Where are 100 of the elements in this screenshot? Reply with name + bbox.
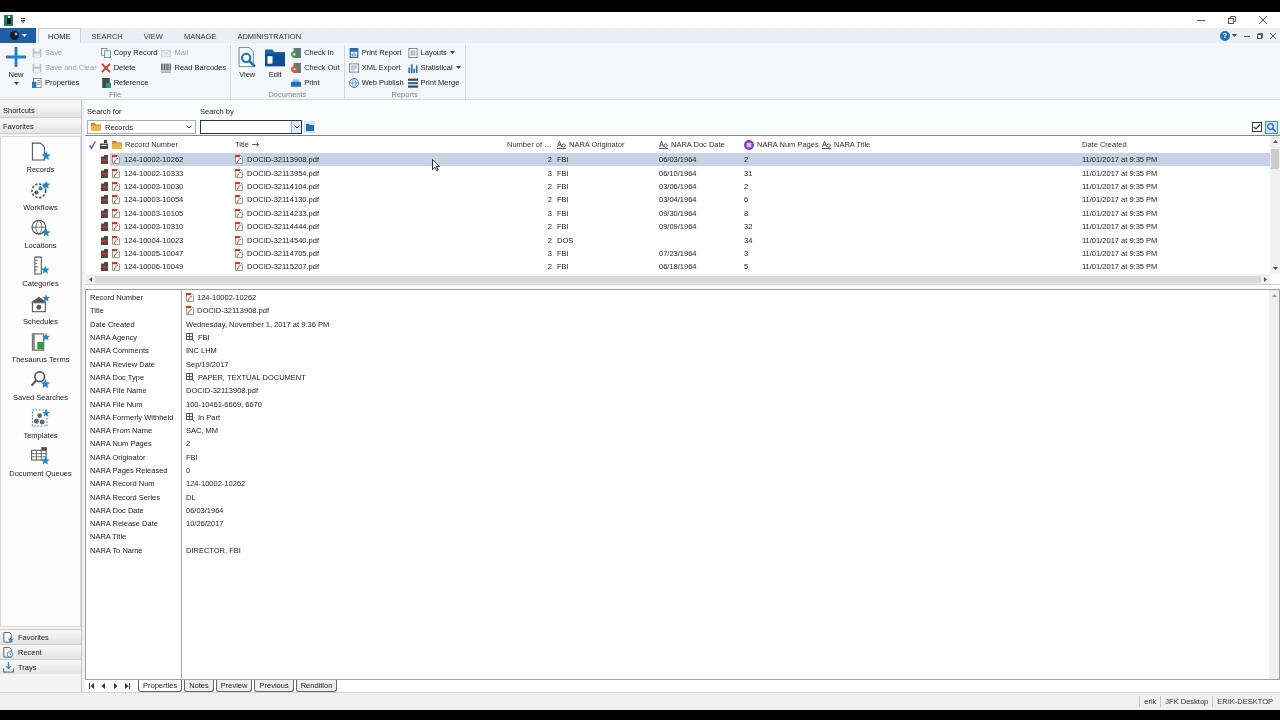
dropdown-button[interactable] bbox=[291, 121, 301, 133]
caret-icon bbox=[1232, 34, 1237, 37]
document-icon bbox=[235, 235, 243, 245]
document-icon bbox=[112, 248, 120, 258]
search-by-field[interactable] bbox=[200, 120, 302, 134]
lined-page-icon bbox=[348, 62, 359, 73]
app-icon[interactable] bbox=[4, 14, 13, 26]
box-icon bbox=[100, 235, 108, 245]
document-icon bbox=[235, 222, 243, 232]
document-icon bbox=[100, 77, 111, 88]
box-icon bbox=[100, 155, 108, 165]
caret-icon bbox=[21, 34, 27, 37]
search-icon bbox=[1267, 122, 1276, 132]
vertical-scrollbar[interactable] bbox=[1269, 290, 1279, 679]
up-arrow-icon bbox=[1272, 140, 1278, 143]
vertical-scrollbar[interactable] bbox=[1270, 136, 1280, 274]
box-icon bbox=[100, 222, 108, 232]
bar-chart-icon bbox=[407, 62, 418, 73]
next-icon[interactable] bbox=[113, 683, 118, 689]
box-icon bbox=[100, 208, 108, 218]
document-icon bbox=[112, 208, 120, 218]
dotted-page-icon bbox=[30, 408, 51, 428]
previous-icon[interactable] bbox=[101, 683, 106, 689]
search-options-button[interactable] bbox=[304, 121, 315, 133]
document-icon bbox=[235, 195, 243, 205]
magnifier-star-icon bbox=[30, 370, 51, 390]
close-icon[interactable] bbox=[1270, 32, 1276, 39]
folder-icon bbox=[265, 47, 286, 67]
first-page-icon[interactable] bbox=[89, 683, 94, 689]
box-icon bbox=[100, 248, 108, 258]
close-icon[interactable] bbox=[1259, 16, 1267, 24]
document-icon bbox=[235, 262, 243, 272]
horizontal-scrollbar[interactable] bbox=[86, 274, 1270, 284]
document-icon bbox=[112, 262, 120, 272]
scrollbar-thumb[interactable] bbox=[1271, 149, 1279, 169]
clock-page-icon bbox=[3, 646, 14, 658]
folder-icon bbox=[91, 123, 101, 131]
document-icon bbox=[112, 222, 120, 232]
document-icon bbox=[235, 208, 243, 218]
customize-icon[interactable] bbox=[21, 17, 25, 23]
document-icon bbox=[112, 235, 120, 245]
down-arrow-icon bbox=[1272, 267, 1278, 270]
mouse-pointer-icon bbox=[432, 159, 440, 171]
list-icon bbox=[407, 47, 418, 58]
field-type-icon bbox=[659, 140, 668, 149]
document-icon bbox=[235, 248, 243, 258]
chevron-icon bbox=[293, 125, 300, 129]
plus-icon bbox=[6, 47, 26, 67]
chevron-icon bbox=[186, 125, 192, 129]
checkbox-icon[interactable] bbox=[1252, 122, 1262, 132]
globe-star-icon bbox=[30, 218, 51, 238]
document-icon bbox=[235, 168, 243, 178]
magnifier-document-icon bbox=[237, 47, 258, 67]
left-arrow-icon bbox=[89, 276, 92, 282]
document-icon bbox=[112, 155, 120, 165]
box-icon bbox=[100, 195, 108, 205]
restore-icon[interactable] bbox=[1228, 16, 1236, 24]
folder-icon bbox=[305, 123, 314, 131]
stack-icon[interactable] bbox=[100, 140, 108, 149]
scrollbar-thumb[interactable] bbox=[95, 275, 1261, 283]
barcode-icon bbox=[161, 62, 172, 73]
box-icon bbox=[100, 168, 108, 178]
up-arrow-icon bbox=[1271, 294, 1277, 297]
gear-star-icon bbox=[30, 180, 51, 200]
grid-arrow-icon bbox=[186, 412, 195, 422]
right-arrow-icon bbox=[1264, 276, 1267, 282]
help-button[interactable]: ? bbox=[1220, 30, 1230, 41]
report-icon bbox=[348, 47, 359, 58]
checkmark-icon[interactable] bbox=[88, 140, 96, 149]
document-plus-icon bbox=[291, 47, 302, 58]
document-icon bbox=[112, 181, 120, 191]
printer-icon bbox=[291, 77, 302, 88]
document-icon bbox=[112, 195, 120, 205]
circle-icon bbox=[9, 31, 19, 40]
tray-icon bbox=[3, 661, 14, 673]
field-type-icon bbox=[557, 140, 566, 149]
document-icon bbox=[235, 181, 243, 191]
star-page-icon bbox=[3, 631, 14, 643]
field-type-icon bbox=[822, 140, 831, 149]
document-icon bbox=[112, 168, 120, 178]
hash-circle-icon bbox=[744, 139, 754, 150]
folder-icon bbox=[112, 140, 122, 149]
document-list-icon bbox=[32, 77, 42, 88]
last-page-icon[interactable] bbox=[125, 683, 130, 689]
search-button[interactable] bbox=[1265, 120, 1278, 134]
document-icon bbox=[186, 293, 194, 303]
book-star-icon bbox=[30, 332, 51, 352]
globe-icon bbox=[348, 77, 359, 88]
table-star-icon bbox=[30, 446, 51, 466]
document-icon bbox=[235, 155, 243, 165]
box-icon bbox=[100, 181, 108, 191]
grid-arrow-icon bbox=[186, 372, 195, 382]
file-menu-button[interactable] bbox=[0, 28, 36, 43]
box-icon bbox=[100, 262, 108, 272]
copy-icon bbox=[100, 47, 111, 58]
cross-icon bbox=[100, 62, 111, 73]
envelope-icon bbox=[161, 47, 172, 58]
restore-icon[interactable] bbox=[1257, 32, 1263, 39]
stacked-bars-icon bbox=[407, 77, 418, 88]
grid-arrow-icon bbox=[186, 333, 195, 343]
